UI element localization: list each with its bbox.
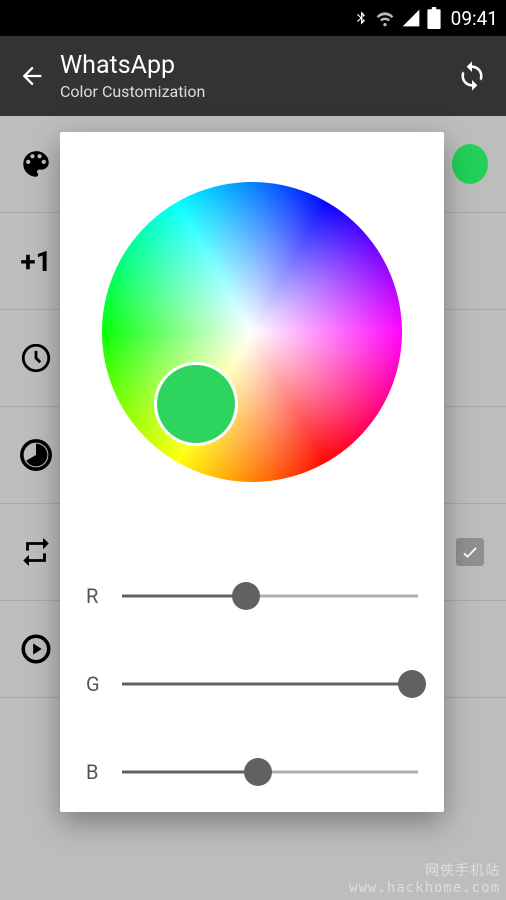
slider-thumb[interactable] bbox=[244, 758, 272, 786]
slider-label: R bbox=[86, 584, 122, 608]
checkbox[interactable] bbox=[452, 534, 488, 570]
page-subtitle: Color Customization bbox=[60, 82, 450, 101]
palette-icon bbox=[18, 146, 54, 182]
plus-one-icon: +1 bbox=[18, 243, 54, 279]
slider-g[interactable] bbox=[122, 670, 418, 698]
slider-row-g: G bbox=[86, 640, 418, 728]
color-wheel-handle[interactable] bbox=[154, 362, 238, 446]
color-picker-dialog: R G B bbox=[60, 132, 444, 812]
slider-b[interactable] bbox=[122, 758, 418, 786]
app-bar: WhatsApp Color Customization bbox=[0, 36, 506, 116]
repeat-icon bbox=[18, 534, 54, 570]
clock-icon bbox=[18, 340, 54, 376]
status-bar: 09:41 bbox=[0, 0, 506, 36]
watermark: 网侠手机站 www.hackhome.com bbox=[349, 860, 500, 896]
color-wheel[interactable] bbox=[102, 182, 402, 482]
timelapse-icon bbox=[18, 437, 54, 473]
color-swatch[interactable] bbox=[452, 146, 488, 182]
battery-icon bbox=[427, 7, 441, 29]
slider-thumb[interactable] bbox=[398, 670, 426, 698]
wifi-icon bbox=[375, 8, 395, 28]
slider-row-r: R bbox=[86, 552, 418, 640]
page-title: WhatsApp bbox=[60, 51, 450, 80]
slider-r[interactable] bbox=[122, 582, 418, 610]
slider-row-b: B bbox=[86, 728, 418, 816]
cellular-icon bbox=[401, 8, 421, 28]
slider-label: G bbox=[86, 672, 122, 696]
status-time: 09:41 bbox=[451, 7, 498, 30]
bluetooth-icon bbox=[353, 8, 369, 28]
play-circle-icon bbox=[18, 631, 54, 667]
checkbox-checked bbox=[456, 538, 484, 566]
back-button[interactable] bbox=[12, 62, 52, 90]
slider-thumb[interactable] bbox=[232, 582, 260, 610]
slider-label: B bbox=[86, 760, 122, 784]
sync-button[interactable] bbox=[450, 60, 494, 92]
